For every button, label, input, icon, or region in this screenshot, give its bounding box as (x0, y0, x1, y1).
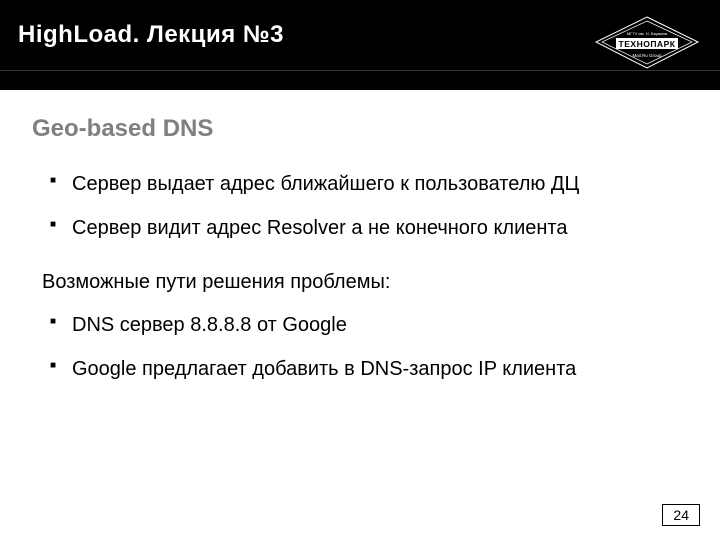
bullet-list-b: DNS сервер 8.8.8.8 от Google Google пред… (32, 312, 690, 382)
logo-mid-text: ТЕХНОПАРК (619, 39, 676, 49)
bullet-list-a: Сервер выдает адрес ближайшего к пользов… (32, 171, 690, 241)
logo-top-text: МГТУ им. Н. Баумана (627, 31, 668, 36)
slide: HighLoad. Лекция №3 МГТУ им. Н. Баумана … (0, 0, 720, 540)
technopark-logo: МГТУ им. Н. Баумана ТЕХНОПАРК Mail.Ru Gr… (592, 15, 702, 70)
content-area: Geo-based DNS Сервер выдает адрес ближай… (32, 115, 690, 400)
list-item: DNS сервер 8.8.8.8 от Google (50, 312, 690, 338)
section-title: Geo-based DNS (32, 115, 690, 143)
logo-bottom-text: Mail.Ru Group (632, 53, 662, 58)
lecture-title: HighLoad. Лекция №3 (18, 21, 284, 49)
page-number: 24 (662, 504, 700, 526)
list-item: Сервер выдает адрес ближайшего к пользов… (50, 171, 690, 197)
list-item: Сервер видит адрес Resolver а не конечно… (50, 215, 690, 241)
paragraph: Возможные пути решения проблемы: (42, 271, 690, 294)
header-accent (0, 70, 720, 90)
list-item: Google предлагает добавить в DNS-запрос … (50, 356, 690, 382)
